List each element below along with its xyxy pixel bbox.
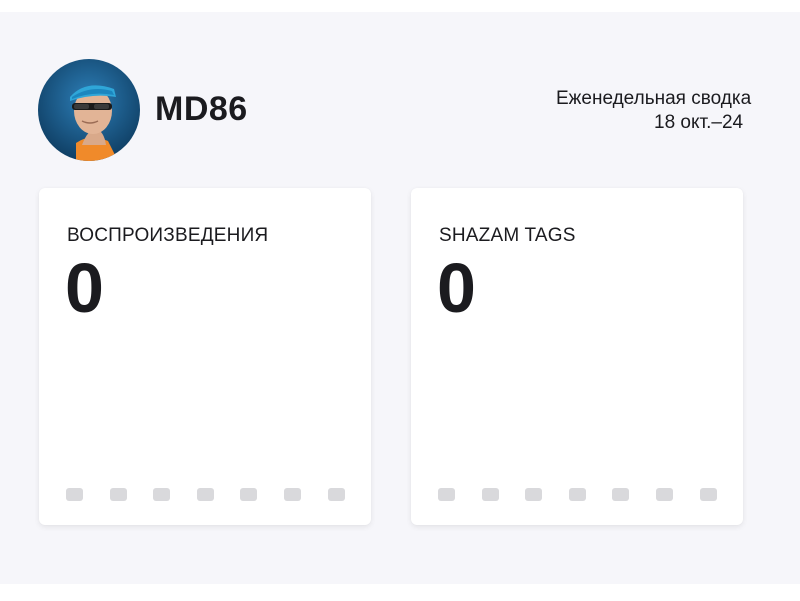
shazam-tags-count: 0 (437, 249, 476, 327)
daily-bar (240, 488, 257, 501)
daily-bar (612, 488, 629, 501)
plays-count: 0 (65, 249, 104, 327)
daily-bar (153, 488, 170, 501)
user-avatar-icon (38, 59, 140, 161)
shazam-tags-label: SHAZAM TAGS (439, 225, 576, 246)
shazam-tags-card: SHAZAM TAGS 0 (411, 188, 743, 525)
daily-bar (197, 488, 214, 501)
plays-label: ВОСПРОИЗВЕДЕНИЯ (67, 225, 269, 246)
daily-bar (66, 488, 83, 501)
plays-card: ВОСПРОИЗВЕДЕНИЯ 0 (39, 188, 371, 525)
daily-bar (656, 488, 673, 501)
summary-title: Еженедельная сводка (556, 88, 752, 109)
daily-bar (110, 488, 127, 501)
daily-bar (525, 488, 542, 501)
daily-bar (482, 488, 499, 501)
daily-bar (328, 488, 345, 501)
daily-bar (284, 488, 301, 501)
daily-bar (569, 488, 586, 501)
user-avatar[interactable] (38, 59, 140, 161)
daily-bar (700, 488, 717, 501)
daily-bar (438, 488, 455, 501)
username: MD86 (155, 90, 248, 128)
summary-date-range: 18 окт.–24 (654, 112, 744, 133)
